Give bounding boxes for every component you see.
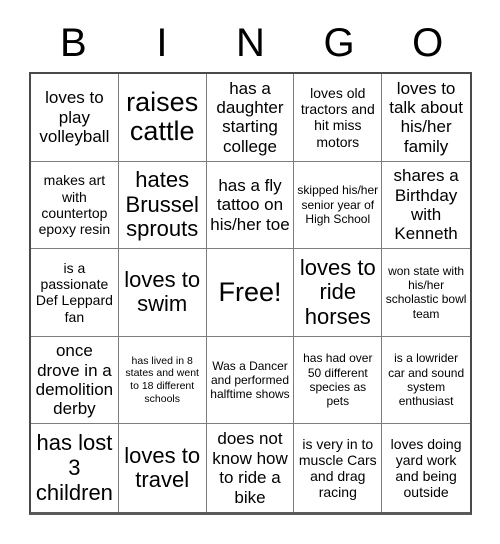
bingo-header-letter-b: B (59, 21, 87, 65)
bingo-cell-label: loves to swim (124, 266, 201, 317)
bingo-grid: loves to play volleyball raises cattle has… (29, 72, 472, 515)
bingo-cell-label: makes art with countertop epoxy resin (38, 172, 111, 238)
bingo-cell-label: loves to ride horses (299, 254, 376, 329)
bingo-cell[interactable]: loves to travel (118, 424, 207, 512)
bingo-cell[interactable]: is a passionate Def Leppard fan (31, 249, 119, 337)
bingo-cell-label: loves doing yard work and being outside (390, 435, 462, 501)
bingo-cell-label: does not know how to ride a bike (212, 429, 288, 507)
bingo-cell[interactable]: has a fly tattoo on his/her toe (206, 161, 295, 250)
bingo-cell-label: loves old tractors and hit miss motors (300, 84, 375, 150)
bingo-cell[interactable]: has lost 3 children (31, 424, 119, 512)
bingo-cell-label: loves to talk about his/her family (389, 78, 463, 156)
bingo-cell[interactable]: Was a Dancer and performed halftime show… (206, 336, 295, 425)
bingo-cell-label: Was a Dancer and performed halftime show… (210, 358, 290, 402)
bingo-cell[interactable]: loves to ride horses (294, 249, 383, 337)
bingo-header-letter-n: N (236, 21, 265, 65)
bingo-cell-label: loves to travel (124, 442, 201, 493)
bingo-cell[interactable]: does not know how to ride a bike (206, 424, 295, 512)
bingo-cell-label: has a daughter starting college (216, 78, 284, 156)
bingo-cell-label: won state with his/her scholastic bowl t… (385, 263, 467, 321)
bingo-cell[interactable]: loves to swim (118, 249, 207, 337)
bingo-cell[interactable]: is a lowrider car and sound system enthu… (382, 336, 470, 425)
bingo-cell-free-label: Free! (218, 276, 282, 307)
bingo-cell[interactable]: loves to talk about his/her family (382, 74, 470, 162)
bingo-cell[interactable]: skipped his/her senior year of High Scho… (294, 161, 383, 250)
bingo-cell-label: once drove in a demolition derby (35, 341, 114, 419)
bingo-cell[interactable]: once drove in a demolition derby (31, 336, 119, 425)
bingo-cell[interactable]: shares a Birthday with Kenneth (382, 161, 470, 250)
bingo-cell-label: is a lowrider car and sound system enthu… (388, 351, 465, 409)
bingo-cell-label: has had over 50 different species as pet… (303, 351, 373, 409)
bingo-cell[interactable]: loves to play volleyball (31, 74, 119, 162)
bingo-cell[interactable]: makes art with countertop epoxy resin (31, 161, 119, 250)
bingo-cell[interactable]: has a daughter starting college (206, 74, 295, 162)
bingo-cell-label: raises cattle (126, 86, 199, 147)
bingo-header: B I N G O (29, 14, 472, 72)
bingo-header-letter-g: G (323, 21, 355, 65)
bingo-cell-label: has lived in 8 states and went to 18 dif… (125, 354, 199, 405)
bingo-cell-label: hates Brussel sprouts (125, 166, 199, 242)
bingo-cell[interactable]: has had over 50 different species as pet… (294, 336, 383, 425)
bingo-cell-label: is a passionate Def Leppard fan (35, 260, 113, 325)
bingo-cell-free[interactable]: Free! (206, 249, 295, 337)
bingo-header-letter-i: I (156, 21, 168, 65)
bingo-cell[interactable]: won state with his/her scholastic bowl t… (382, 249, 470, 337)
bingo-cell-label: has lost 3 children (35, 430, 113, 505)
bingo-cell-label: skipped his/her senior year of High Scho… (297, 183, 379, 227)
bingo-cell[interactable]: is very in to muscle Cars and drag racin… (294, 424, 383, 512)
bingo-cell-label: shares a Birthday with Kenneth (393, 166, 459, 244)
bingo-header-letter-o: O (412, 21, 444, 65)
bingo-cell[interactable]: raises cattle (118, 74, 207, 162)
bingo-cell-label: has a fly tattoo on his/her toe (210, 175, 290, 234)
bingo-card: B I N G O loves to play volleyball raises… (0, 0, 500, 544)
bingo-cell[interactable]: loves old tractors and hit miss motors (294, 74, 383, 162)
bingo-cell[interactable]: has lived in 8 states and went to 18 dif… (118, 336, 207, 425)
bingo-cell-label: loves to play volleyball (39, 88, 110, 146)
bingo-cell[interactable]: loves doing yard work and being outside (382, 424, 470, 512)
bingo-cell[interactable]: hates Brussel sprouts (118, 161, 207, 250)
bingo-cell-label: is very in to muscle Cars and drag racin… (298, 435, 377, 501)
